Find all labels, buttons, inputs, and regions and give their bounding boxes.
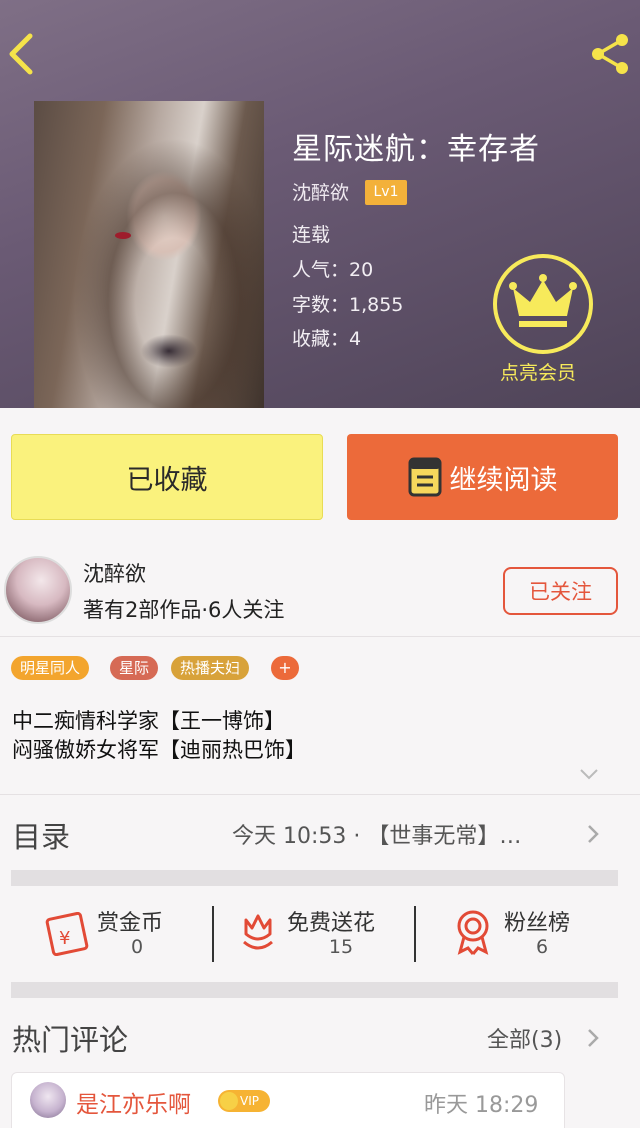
share-icon[interactable] — [586, 30, 634, 78]
ribbon-medal-icon[interactable] — [452, 908, 494, 956]
section-separator — [11, 982, 618, 998]
crown-icon — [509, 274, 577, 327]
chevron-right-icon[interactable] — [586, 1027, 600, 1049]
comment-time: 昨天 18:29 — [424, 1093, 539, 1118]
stat-divider — [414, 906, 416, 962]
author-avatar[interactable] — [4, 556, 72, 624]
free-flower-value: 15 — [328, 936, 354, 958]
red-envelope-icon[interactable]: ¥ — [42, 912, 90, 956]
fan-rank-value: 6 — [535, 936, 549, 958]
level-badge: Lv1 — [365, 180, 407, 205]
add-tag-button[interactable]: + — [271, 656, 299, 680]
collected-button[interactable]: 已收藏 — [11, 434, 323, 520]
expand-chevron-icon[interactable] — [578, 766, 600, 782]
cover-shading — [34, 101, 264, 408]
reward-coin-value: 0 — [130, 936, 144, 958]
all-comments-link[interactable]: 全部(3) — [487, 1022, 562, 1054]
follow-button[interactable]: 已关注 — [503, 567, 618, 615]
author-row-name[interactable]: 沈醉欲 — [83, 558, 146, 588]
back-chevron-icon[interactable] — [2, 28, 42, 80]
section-separator — [11, 870, 618, 886]
free-flower-label[interactable]: 免费送花 — [287, 905, 375, 937]
divider — [0, 794, 640, 795]
vip-crown-button[interactable] — [493, 254, 593, 354]
stat-divider — [212, 906, 214, 962]
favorites-stat: 收藏：4 — [292, 328, 362, 350]
popularity-stat: 人气：20 — [292, 259, 374, 281]
fan-rank-label[interactable]: 粉丝榜 — [504, 905, 570, 937]
flower-icon[interactable] — [238, 910, 278, 958]
serial-status: 连载 — [292, 224, 331, 246]
continue-reading-label: 继续阅读 — [449, 464, 558, 496]
chevron-right-icon[interactable] — [586, 823, 600, 845]
cover-detail — [115, 232, 131, 239]
commenter-name[interactable]: 是江亦乐啊 — [76, 1085, 191, 1119]
catalog-title[interactable]: 目录 — [12, 814, 70, 856]
word-count-stat: 字数：1,855 — [292, 294, 404, 316]
hot-comments-title: 热门评论 — [12, 1023, 129, 1057]
tag-chip[interactable]: 热播夫妇 — [171, 656, 250, 680]
vip-label[interactable]: 点亮会员 — [500, 358, 576, 385]
collected-label: 已收藏 — [126, 464, 208, 496]
divider — [0, 636, 640, 637]
book-title: 星际迷航：幸存者 — [292, 132, 540, 167]
continue-reading-button[interactable]: 继续阅读 — [347, 434, 618, 520]
latest-chapter[interactable]: 今天 10:53 · 【世事无常】… — [232, 818, 578, 850]
book-icon — [408, 457, 441, 497]
intro-line: 闷骚傲娇女将军【迪丽热巴饰】 — [12, 738, 306, 762]
tag-chip[interactable]: 明星同人 — [11, 656, 90, 680]
author-stats: 著有2部作品·6人关注 — [83, 598, 285, 622]
book-header: 星际迷航：幸存者 沈醉欲 Lv1 连载 人气：20 字数：1,855 收藏：4 … — [0, 0, 640, 408]
vip-crown-icon — [220, 1092, 238, 1110]
intro-line: 中二痴情科学家【王一博饰】 — [12, 709, 285, 733]
svg-text:¥: ¥ — [59, 928, 70, 949]
author-name[interactable]: 沈醉欲 — [292, 178, 349, 205]
commenter-avatar[interactable] — [30, 1082, 66, 1118]
tag-chip[interactable]: 星际 — [110, 656, 159, 680]
follow-label: 已关注 — [529, 580, 592, 604]
reward-coin-label[interactable]: 赏金币 — [97, 905, 163, 937]
